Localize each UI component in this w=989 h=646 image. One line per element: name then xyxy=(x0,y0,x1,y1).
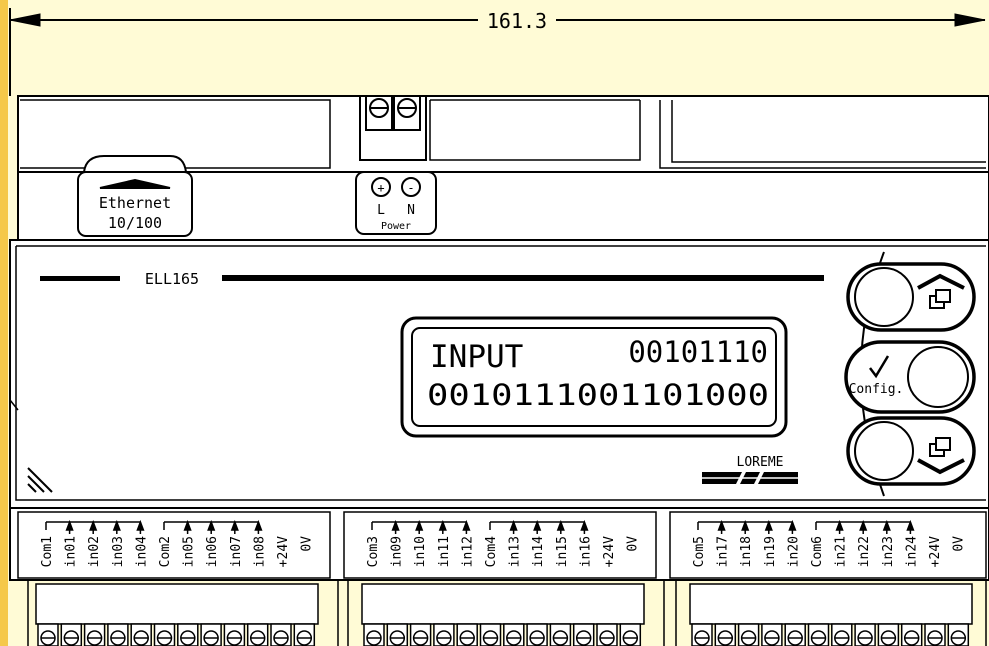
connector-blocks xyxy=(27,580,987,646)
left-accent-bar xyxy=(0,0,8,646)
terminal-label: Com3 xyxy=(366,536,381,567)
terminal-label: Com1 xyxy=(40,536,55,567)
terminal-label: 0V xyxy=(952,536,967,552)
terminal-label: in17 xyxy=(716,536,731,567)
power-connector xyxy=(359,95,427,161)
power-n: N xyxy=(407,203,415,218)
terminal-label: in06 xyxy=(205,536,220,567)
terminal-label: Com4 xyxy=(484,536,499,567)
power-minus: - xyxy=(407,181,414,195)
terminal-label: Com2 xyxy=(158,536,173,567)
terminal-label: in21 xyxy=(834,536,849,567)
terminal-label: in23 xyxy=(881,536,896,567)
terminal-label: in12 xyxy=(460,536,475,567)
connector-block xyxy=(347,580,665,646)
terminal-label: +24V xyxy=(928,536,943,567)
terminal-label: in09 xyxy=(390,536,405,567)
config-label: Config. xyxy=(849,382,904,397)
connector-block xyxy=(27,580,339,646)
terminal-label: in10 xyxy=(413,536,428,567)
dimension-value: 161.3 xyxy=(487,9,547,33)
terminal-label: in05 xyxy=(182,536,197,567)
lcd-line1-right: 00101110 xyxy=(628,335,768,369)
terminal-label: +24V xyxy=(602,536,617,567)
terminal-label: in13 xyxy=(508,536,523,567)
ethernet-label: Ethernet xyxy=(99,194,171,212)
terminal-label: 0V xyxy=(300,536,315,552)
terminal-label: in07 xyxy=(229,536,244,567)
terminal-label: in03 xyxy=(111,536,126,567)
terminal-label: in11 xyxy=(437,536,452,567)
terminal-label: in22 xyxy=(857,536,872,567)
terminal-label: in15 xyxy=(555,536,570,567)
model-label: ELL165 xyxy=(145,270,199,288)
terminal-label: Com5 xyxy=(692,536,707,567)
terminal-label: in20 xyxy=(786,536,801,567)
terminal-label: Com6 xyxy=(810,536,825,567)
terminal-label: in14 xyxy=(531,536,546,567)
terminal-label: in24 xyxy=(904,536,919,567)
device-drawing: 161.3 Ethernet 10/100 + - L N Power ELL1… xyxy=(0,0,989,646)
terminal-label: +24V xyxy=(276,536,291,567)
lcd-line1-left: INPUT xyxy=(430,339,523,375)
terminal-label: 0V xyxy=(626,536,641,552)
power-l: L xyxy=(377,203,385,218)
terminal-label: in16 xyxy=(578,536,593,567)
power-label: Power xyxy=(381,221,411,232)
terminal-label: in02 xyxy=(87,536,102,567)
ethernet-speed: 10/100 xyxy=(108,214,162,232)
terminal-label: in08 xyxy=(252,536,267,567)
terminal-label: in04 xyxy=(134,536,149,567)
lcd-line2: 0010111001101000 xyxy=(427,378,769,412)
terminal-label: in01 xyxy=(64,536,79,567)
terminal-label: in18 xyxy=(739,536,754,567)
config-key[interactable] xyxy=(844,340,976,414)
brand-label: LOREME xyxy=(737,455,784,470)
up-key[interactable] xyxy=(846,262,976,332)
brand-logo xyxy=(702,472,798,484)
power-plus: + xyxy=(377,181,384,195)
down-key[interactable] xyxy=(846,416,976,486)
terminal-label: in19 xyxy=(763,536,778,567)
